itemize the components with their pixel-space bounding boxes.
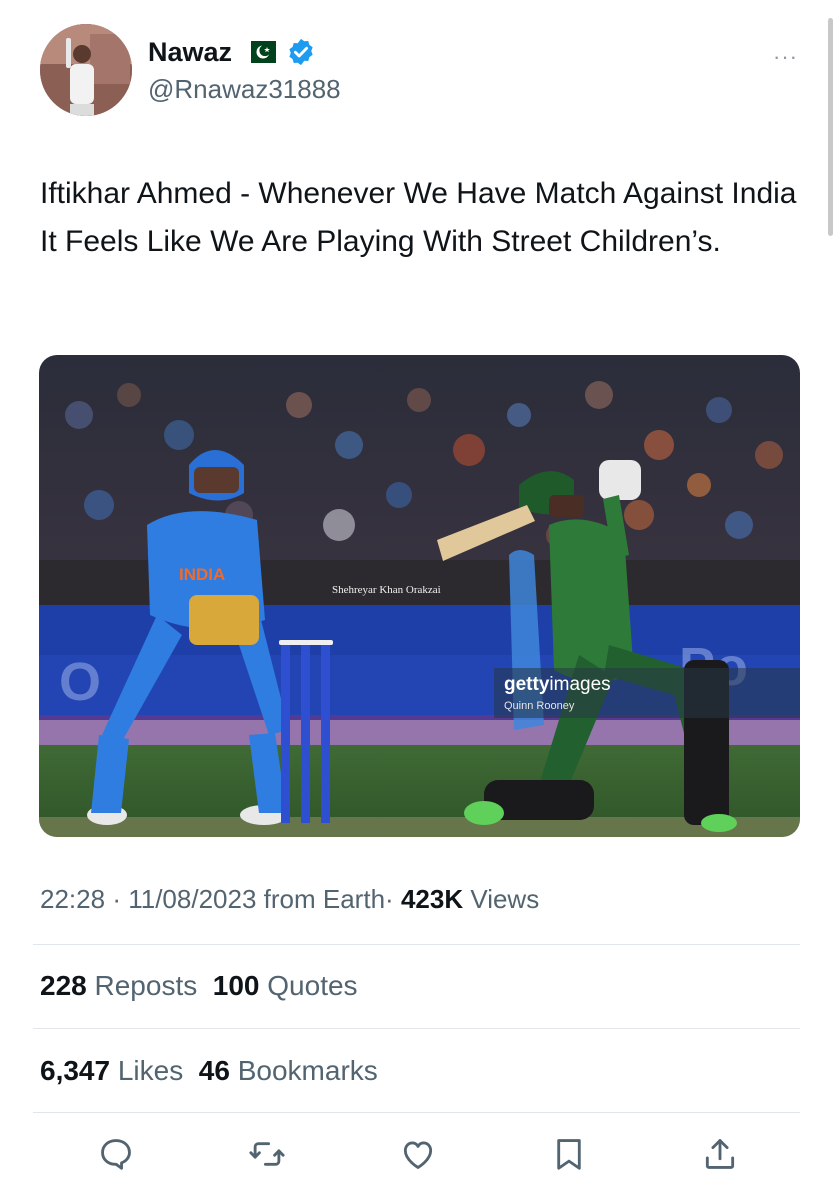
getty-credit: Quinn Rooney — [504, 700, 575, 712]
verified-badge-icon — [289, 38, 313, 66]
quotes-stat[interactable]: 100 Quotes — [213, 970, 358, 1001]
share-icon[interactable] — [696, 1130, 744, 1178]
pakistan-flag-icon — [242, 41, 277, 63]
bookmarks-count: 46 — [198, 1055, 230, 1086]
image-watermark: Shehreyar Khan Orakzai — [332, 584, 441, 596]
divider — [33, 1028, 800, 1029]
bookmarks-stat[interactable]: 46 Bookmarks — [199, 1055, 378, 1086]
repost-icon[interactable] — [243, 1130, 291, 1178]
divider — [33, 944, 800, 945]
author-handle[interactable]: @Rnawaz31888 — [148, 74, 341, 105]
display-name[interactable]: Nawaz — [148, 37, 232, 68]
views-count: 423K — [400, 884, 464, 914]
action-bar — [0, 1130, 839, 1180]
likes-count: 6,347 — [40, 1055, 111, 1086]
getty-brand-light: images — [549, 674, 611, 695]
likes-label: Likes — [117, 1055, 184, 1086]
reposts-stat[interactable]: 228 Reposts — [40, 970, 197, 1001]
views-label: Views — [470, 884, 540, 914]
reply-icon[interactable] — [92, 1130, 140, 1178]
post-time[interactable]: 22:28 — [40, 884, 105, 914]
scrollbar[interactable] — [828, 18, 833, 236]
post-meta: 22:28 · 11/08/2023 from Earth· 423K View… — [40, 884, 539, 915]
bookmark-icon[interactable] — [545, 1130, 593, 1178]
quotes-count: 100 — [212, 970, 260, 1001]
reposts-quotes-row: 228 Reposts 100 Quotes — [40, 970, 358, 1002]
getty-overlay: gettyimages Quinn Rooney — [494, 668, 800, 718]
post-date[interactable]: 11/08/2023 — [128, 884, 256, 914]
post-media-image[interactable]: O Po INDIA — [39, 355, 800, 837]
likes-bookmarks-row: 6,347 Likes 46 Bookmarks — [40, 1055, 378, 1087]
post-header: Nawaz @Rnawaz31888 ··· — [40, 24, 800, 118]
post-source: from Earth — [263, 884, 386, 914]
reposts-label: Reposts — [94, 970, 198, 1001]
more-options-icon[interactable]: ··· — [773, 44, 798, 70]
meta-separator-2: · — [385, 884, 394, 914]
bookmarks-label: Bookmarks — [237, 1055, 378, 1086]
divider — [33, 1112, 800, 1113]
getty-brand-bold: getty — [504, 674, 550, 695]
quotes-label: Quotes — [267, 970, 358, 1001]
jersey-text: INDIA — [179, 565, 225, 584]
avatar[interactable] — [40, 24, 132, 116]
meta-separator: · — [112, 884, 121, 914]
reposts-count: 228 — [40, 970, 87, 1001]
svg-text:O: O — [59, 652, 101, 712]
like-icon[interactable] — [394, 1130, 442, 1178]
post-text: Iftikhar Ahmed - Whenever We Have Match … — [40, 177, 797, 258]
likes-stat[interactable]: 6,347 Likes — [40, 1055, 183, 1086]
